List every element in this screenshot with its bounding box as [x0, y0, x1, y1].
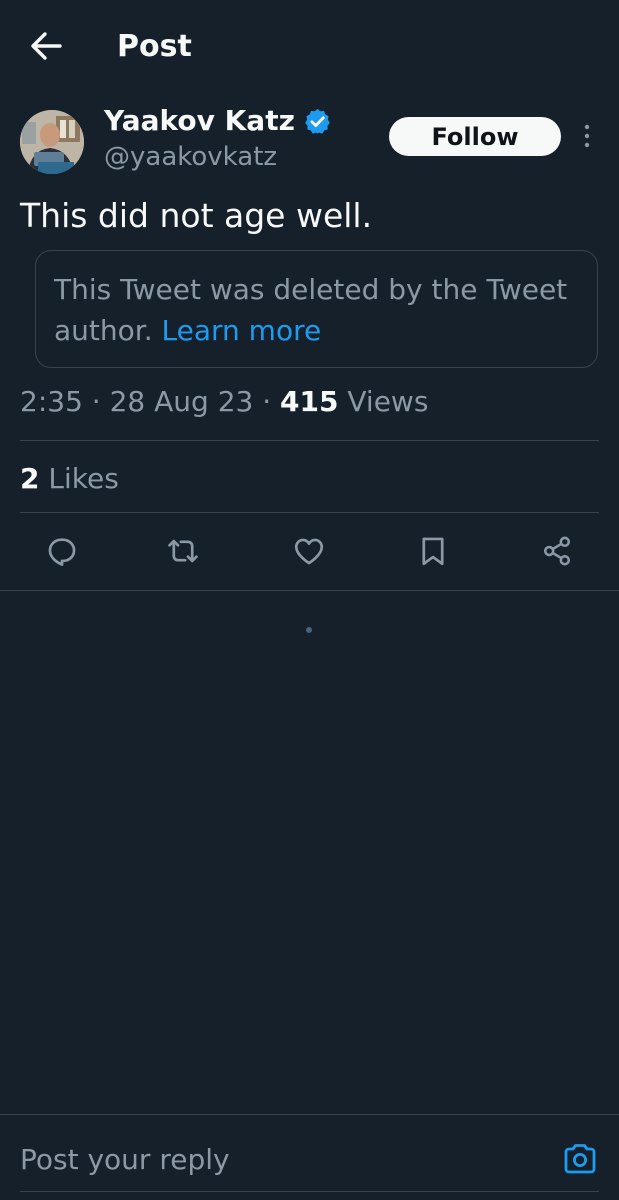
camera-icon — [564, 1144, 596, 1174]
tweet-text: This did not age well. — [20, 196, 373, 235]
meta-separator: · — [82, 385, 110, 418]
like-button[interactable] — [292, 534, 326, 568]
quoted-tweet-deleted-notice: This Tweet was deleted by the Tweet auth… — [35, 250, 598, 368]
divider — [20, 440, 599, 441]
more-options-button[interactable] — [575, 122, 599, 152]
repost-icon — [168, 539, 198, 563]
page-title: Post — [117, 29, 192, 64]
tweet-date: 28 Aug 23 — [109, 385, 254, 418]
reply-bar — [0, 1115, 619, 1200]
reply-input-underline — [20, 1191, 599, 1192]
learn-more-link[interactable]: Learn more — [162, 314, 322, 347]
tweet-time: 2:35 — [20, 385, 83, 418]
loading-indicator — [306, 627, 312, 633]
likes-count: 2 — [20, 462, 40, 495]
back-button[interactable] — [28, 30, 64, 62]
author-row: Yaakov Katz @yaakovkatz Follow — [0, 92, 619, 182]
author-handle[interactable]: @yaakovkatz — [104, 141, 277, 173]
divider — [0, 590, 619, 591]
follow-button[interactable]: Follow — [389, 117, 561, 156]
author-name[interactable]: Yaakov Katz — [104, 104, 295, 138]
arrow-left-icon — [31, 32, 62, 60]
more-vertical-icon — [584, 124, 590, 148]
top-bar: Post — [0, 0, 619, 92]
share-icon — [543, 536, 571, 566]
avatar[interactable] — [20, 110, 84, 174]
reply-button[interactable] — [45, 534, 79, 568]
reply-input[interactable] — [20, 1137, 540, 1181]
deleted-notice-text: This Tweet was deleted by the Tweet auth… — [54, 269, 594, 351]
author-name-row: Yaakov Katz — [104, 104, 332, 138]
likes-label: Likes — [48, 462, 119, 495]
tweet-meta: 2:35 · 28 Aug 23 · 415 Views — [20, 384, 428, 420]
repost-button[interactable] — [166, 534, 200, 568]
meta-separator: · — [253, 385, 281, 418]
reply-icon — [48, 538, 76, 566]
avatar-image — [20, 110, 84, 174]
views-count: 415 — [280, 385, 339, 418]
share-button[interactable] — [540, 534, 574, 568]
likes-link[interactable]: 2 Likes — [20, 461, 119, 497]
divider — [20, 512, 599, 513]
camera-button[interactable] — [562, 1142, 598, 1176]
views-label: Views — [347, 385, 429, 418]
heart-icon — [294, 538, 324, 565]
verified-badge-icon — [305, 108, 330, 134]
bookmark-icon — [422, 537, 444, 566]
bookmark-button[interactable] — [416, 534, 450, 568]
